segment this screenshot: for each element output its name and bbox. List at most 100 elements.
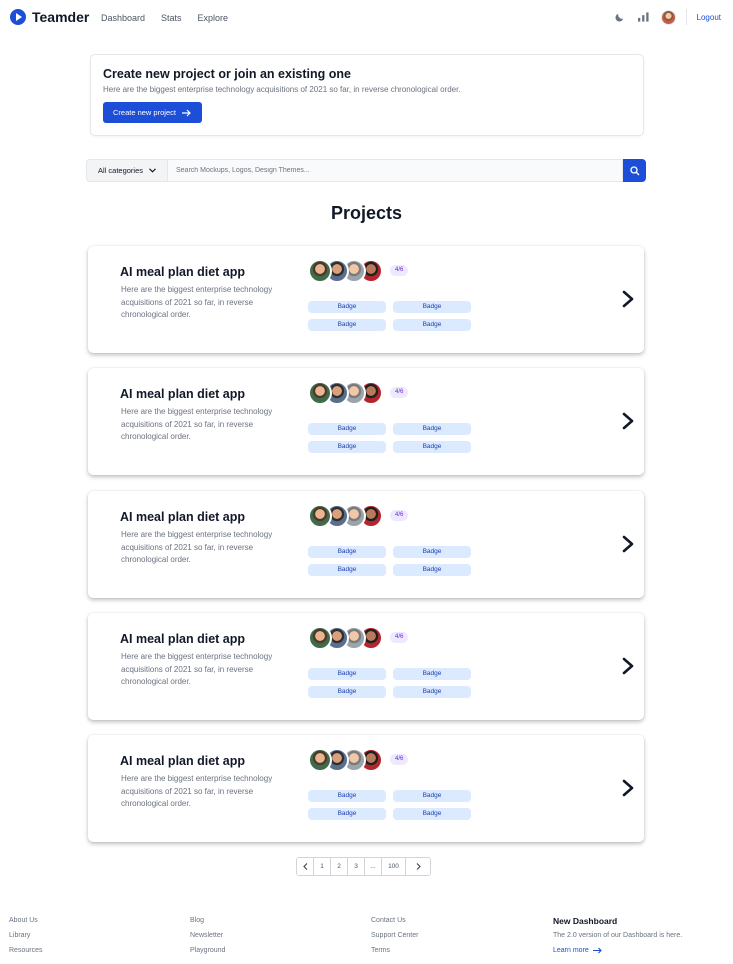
page-2[interactable]: 2 [331,858,348,875]
page-100[interactable]: 100 [382,858,406,875]
footer-col-3: Contact Us Support Center Terms [371,917,418,955]
project-description: Here are the biggest enterprise technolo… [121,530,273,564]
member-count-badge: 4/6 [390,510,409,521]
next-page-button[interactable] [406,858,430,875]
project-badge: Badge [308,564,386,576]
search-input[interactable] [168,159,623,182]
member-avatars [308,504,383,528]
project-title: AI meal plan diet app [120,754,246,768]
project-card[interactable]: AI meal plan diet app Here are the bigges… [88,491,644,598]
project-badge: Badge [393,808,471,820]
open-project-chevron-icon[interactable] [620,534,636,554]
project-title: AI meal plan diet app [120,265,246,279]
open-project-chevron-icon[interactable] [620,289,636,309]
prev-page-button[interactable] [297,858,314,875]
member-count-badge: 4/6 [390,632,409,643]
project-badge: Badge [393,686,471,698]
member-avatars [308,748,383,772]
project-badge: Badge [308,686,386,698]
member-avatar [308,748,332,772]
project-badge: Badge [308,668,386,680]
project-description: Here are the biggest enterprise technolo… [121,285,273,319]
project-card[interactable]: AI meal plan diet app Here are the bigges… [88,246,644,353]
project-title: AI meal plan diet app [120,632,246,646]
footer-news: New Dashboard The 2.0 version of our Das… [553,916,682,954]
moon-icon[interactable] [613,10,627,24]
open-project-chevron-icon[interactable] [620,778,636,798]
footer-link-newsletter[interactable]: Newsletter [190,932,225,940]
create-project-card: Create new project or join an existing o… [90,54,644,136]
project-badge: Badge [308,808,386,820]
brand[interactable]: Teamder [10,9,89,25]
project-description: Here are the biggest enterprise technolo… [121,774,273,808]
project-description: Here are the biggest enterprise technolo… [121,407,273,441]
project-badge: Badge [393,668,471,680]
project-badge: Badge [308,319,386,331]
project-description: Here are the biggest enterprise technolo… [121,652,273,686]
chevron-down-icon [149,168,156,173]
search-button[interactable] [623,159,646,182]
member-avatar [308,381,332,405]
project-badge: Badge [393,564,471,576]
category-label: All categories [97,166,144,175]
project-badge: Badge [393,441,471,453]
footer-col-1: About Us Library Resources [9,917,42,955]
member-avatars [308,381,383,405]
chevron-left-icon [302,863,307,870]
project-card[interactable]: AI meal plan diet app Here are the bigges… [88,368,644,475]
footer-col-2: Blog Newsletter Playground [190,917,225,955]
footer-link-about[interactable]: About Us [9,917,42,925]
search-bar: All categories [86,159,646,182]
page-3[interactable]: 3 [348,858,365,875]
create-title: Create new project or join an existing o… [103,67,351,81]
footer-link-blog[interactable]: Blog [190,917,225,925]
arrow-right-icon [181,109,191,116]
project-badge: Badge [393,423,471,435]
project-badge: Badge [308,790,386,802]
nav-divider [685,9,687,25]
nav-link-stats[interactable]: Stats [161,13,182,23]
create-project-button[interactable]: Create new project [103,102,202,123]
footer-link-resources[interactable]: Resources [9,947,42,955]
project-badge: Badge [393,790,471,802]
project-badges: Badge Badge Badge Badge [308,423,471,453]
news-title: New Dashboard [553,916,618,926]
user-avatar[interactable] [660,9,676,25]
search-icon [629,165,639,175]
create-project-label: Create new project [113,108,176,117]
nav-links: Dashboard Stats Explore [101,13,228,23]
learn-more-link[interactable]: Learn more [553,947,682,954]
nav-link-dashboard[interactable]: Dashboard [101,13,145,23]
category-dropdown[interactable]: All categories [86,159,168,182]
page-1[interactable]: 1 [314,858,331,875]
member-avatar [308,626,332,650]
nav-actions: Logout [613,9,721,25]
page-ellipsis: ... [365,858,382,875]
top-nav: Teamder Dashboard Stats Explore Logout [0,0,733,36]
footer-link-support[interactable]: Support Center [371,932,418,940]
footer-link-contact[interactable]: Contact Us [371,917,418,925]
footer-link-library[interactable]: Library [9,932,42,940]
create-subtitle: Here are the biggest enterprise technolo… [103,85,461,94]
project-badge: Badge [393,301,471,313]
member-count-badge: 4/6 [390,265,409,276]
bar-chart-icon[interactable] [637,10,651,24]
member-avatars [308,626,383,650]
nav-link-explore[interactable]: Explore [198,13,229,23]
project-badge: Badge [393,546,471,558]
footer-link-playground[interactable]: Playground [190,947,225,955]
project-title: AI meal plan diet app [120,510,246,524]
projects-heading: Projects [330,203,403,223]
project-badge: Badge [308,441,386,453]
project-card[interactable]: AI meal plan diet app Here are the bigges… [88,735,644,842]
project-badge: Badge [393,319,471,331]
logout-link[interactable]: Logout [697,13,721,22]
project-badges: Badge Badge Badge Badge [308,790,471,820]
play-logo-icon [10,9,26,25]
project-card[interactable]: AI meal plan diet app Here are the bigges… [88,613,644,720]
open-project-chevron-icon[interactable] [620,411,636,431]
project-badges: Badge Badge Badge Badge [308,668,471,698]
footer-link-terms[interactable]: Terms [371,947,418,955]
open-project-chevron-icon[interactable] [620,656,636,676]
member-avatar [308,259,332,283]
